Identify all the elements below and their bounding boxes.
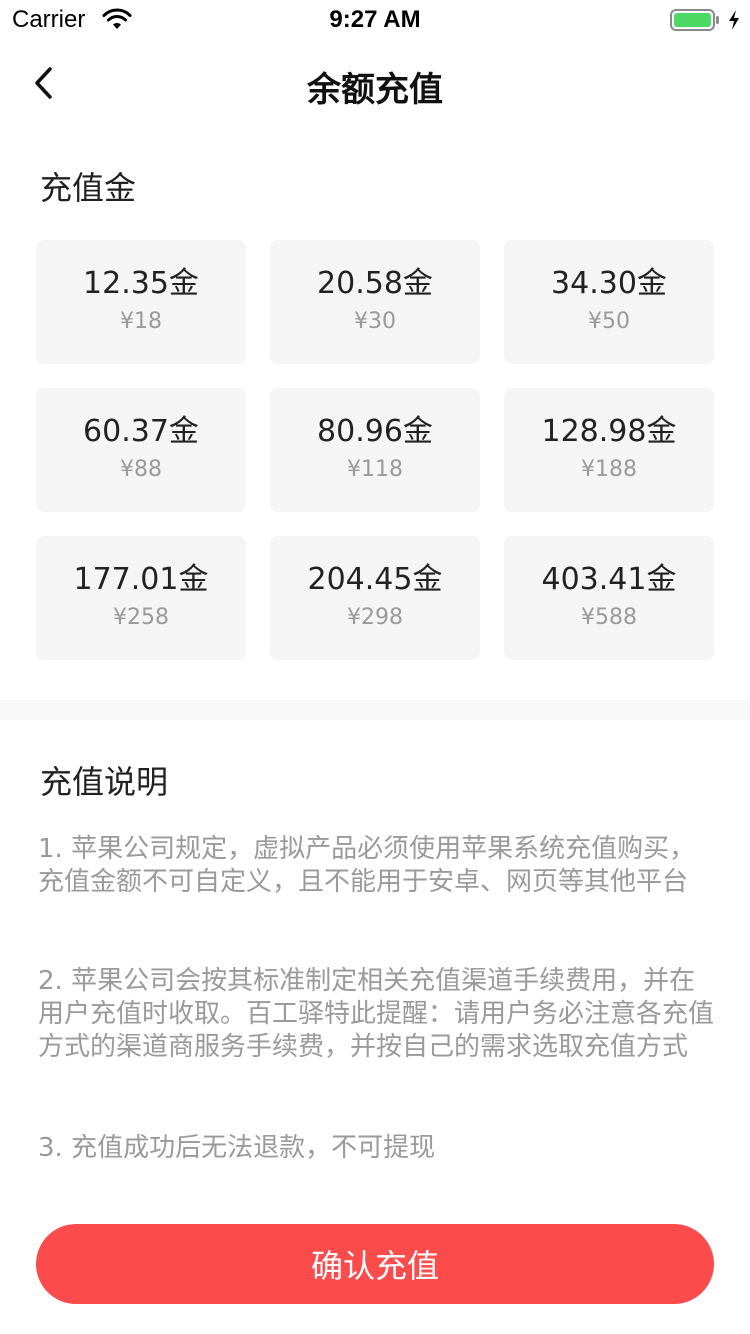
charging-bolt-icon [729,10,739,30]
note-item: 3. 充值成功后无法退款，不可提现 [38,1133,436,1163]
option-gold-amount: 177.01金 [73,562,209,597]
option-gold-amount: 128.98金 [541,414,677,449]
recharge-screen: Carrier 9:27 AM 余额充值 充值金 12.35金 ¥18 20.5… [0,0,750,1334]
option-gold-amount: 34.30金 [551,266,667,301]
option-gold-amount: 20.58金 [317,266,433,301]
option-gold-amount: 80.96金 [317,414,433,449]
option-price: ¥258 [113,605,169,630]
option-price: ¥118 [347,457,403,482]
recharge-option[interactable]: 177.01金 ¥258 [36,536,246,660]
status-bar: Carrier 9:27 AM [0,0,750,40]
confirm-recharge-button[interactable]: 确认充值 [36,1224,714,1304]
note-item: 2. 苹果公司会按其标准制定相关充值渠道手续费用，并在用户充值时收取。百工驿特此… [38,966,715,1062]
option-price: ¥298 [347,605,403,630]
battery-icon [670,9,719,31]
note-item: 1. 苹果公司规定，虚拟产品必须使用苹果系统充值购买，充值金额不可自定义，且不能… [38,834,696,897]
recharge-option[interactable]: 60.37金 ¥88 [36,388,246,512]
recharge-option[interactable]: 403.41金 ¥588 [504,536,714,660]
recharge-option[interactable]: 204.45金 ¥298 [270,536,480,660]
recharge-option[interactable]: 20.58金 ¥30 [270,240,480,364]
recharge-option[interactable]: 34.30金 ¥50 [504,240,714,364]
option-price: ¥18 [120,309,162,334]
recharge-heading: 充值金 [40,169,137,207]
option-price: ¥30 [354,309,396,334]
option-price: ¥88 [120,457,162,482]
recharge-option[interactable]: 80.96金 ¥118 [270,388,480,512]
option-gold-amount: 403.41金 [541,562,677,597]
navigation-bar: 余额充值 [0,40,750,128]
section-divider [0,700,750,720]
option-price: ¥50 [588,309,630,334]
recharge-option[interactable]: 12.35金 ¥18 [36,240,246,364]
page-title: 余额充值 [307,70,443,110]
recharge-option[interactable]: 128.98金 ¥188 [504,388,714,512]
option-price: ¥588 [581,605,637,630]
notes-heading: 充值说明 [40,763,169,801]
option-gold-amount: 12.35金 [83,266,199,301]
option-price: ¥188 [581,457,637,482]
option-gold-amount: 204.45金 [307,562,443,597]
clock-label: 9:27 AM [329,6,421,33]
option-gold-amount: 60.37金 [83,414,199,449]
